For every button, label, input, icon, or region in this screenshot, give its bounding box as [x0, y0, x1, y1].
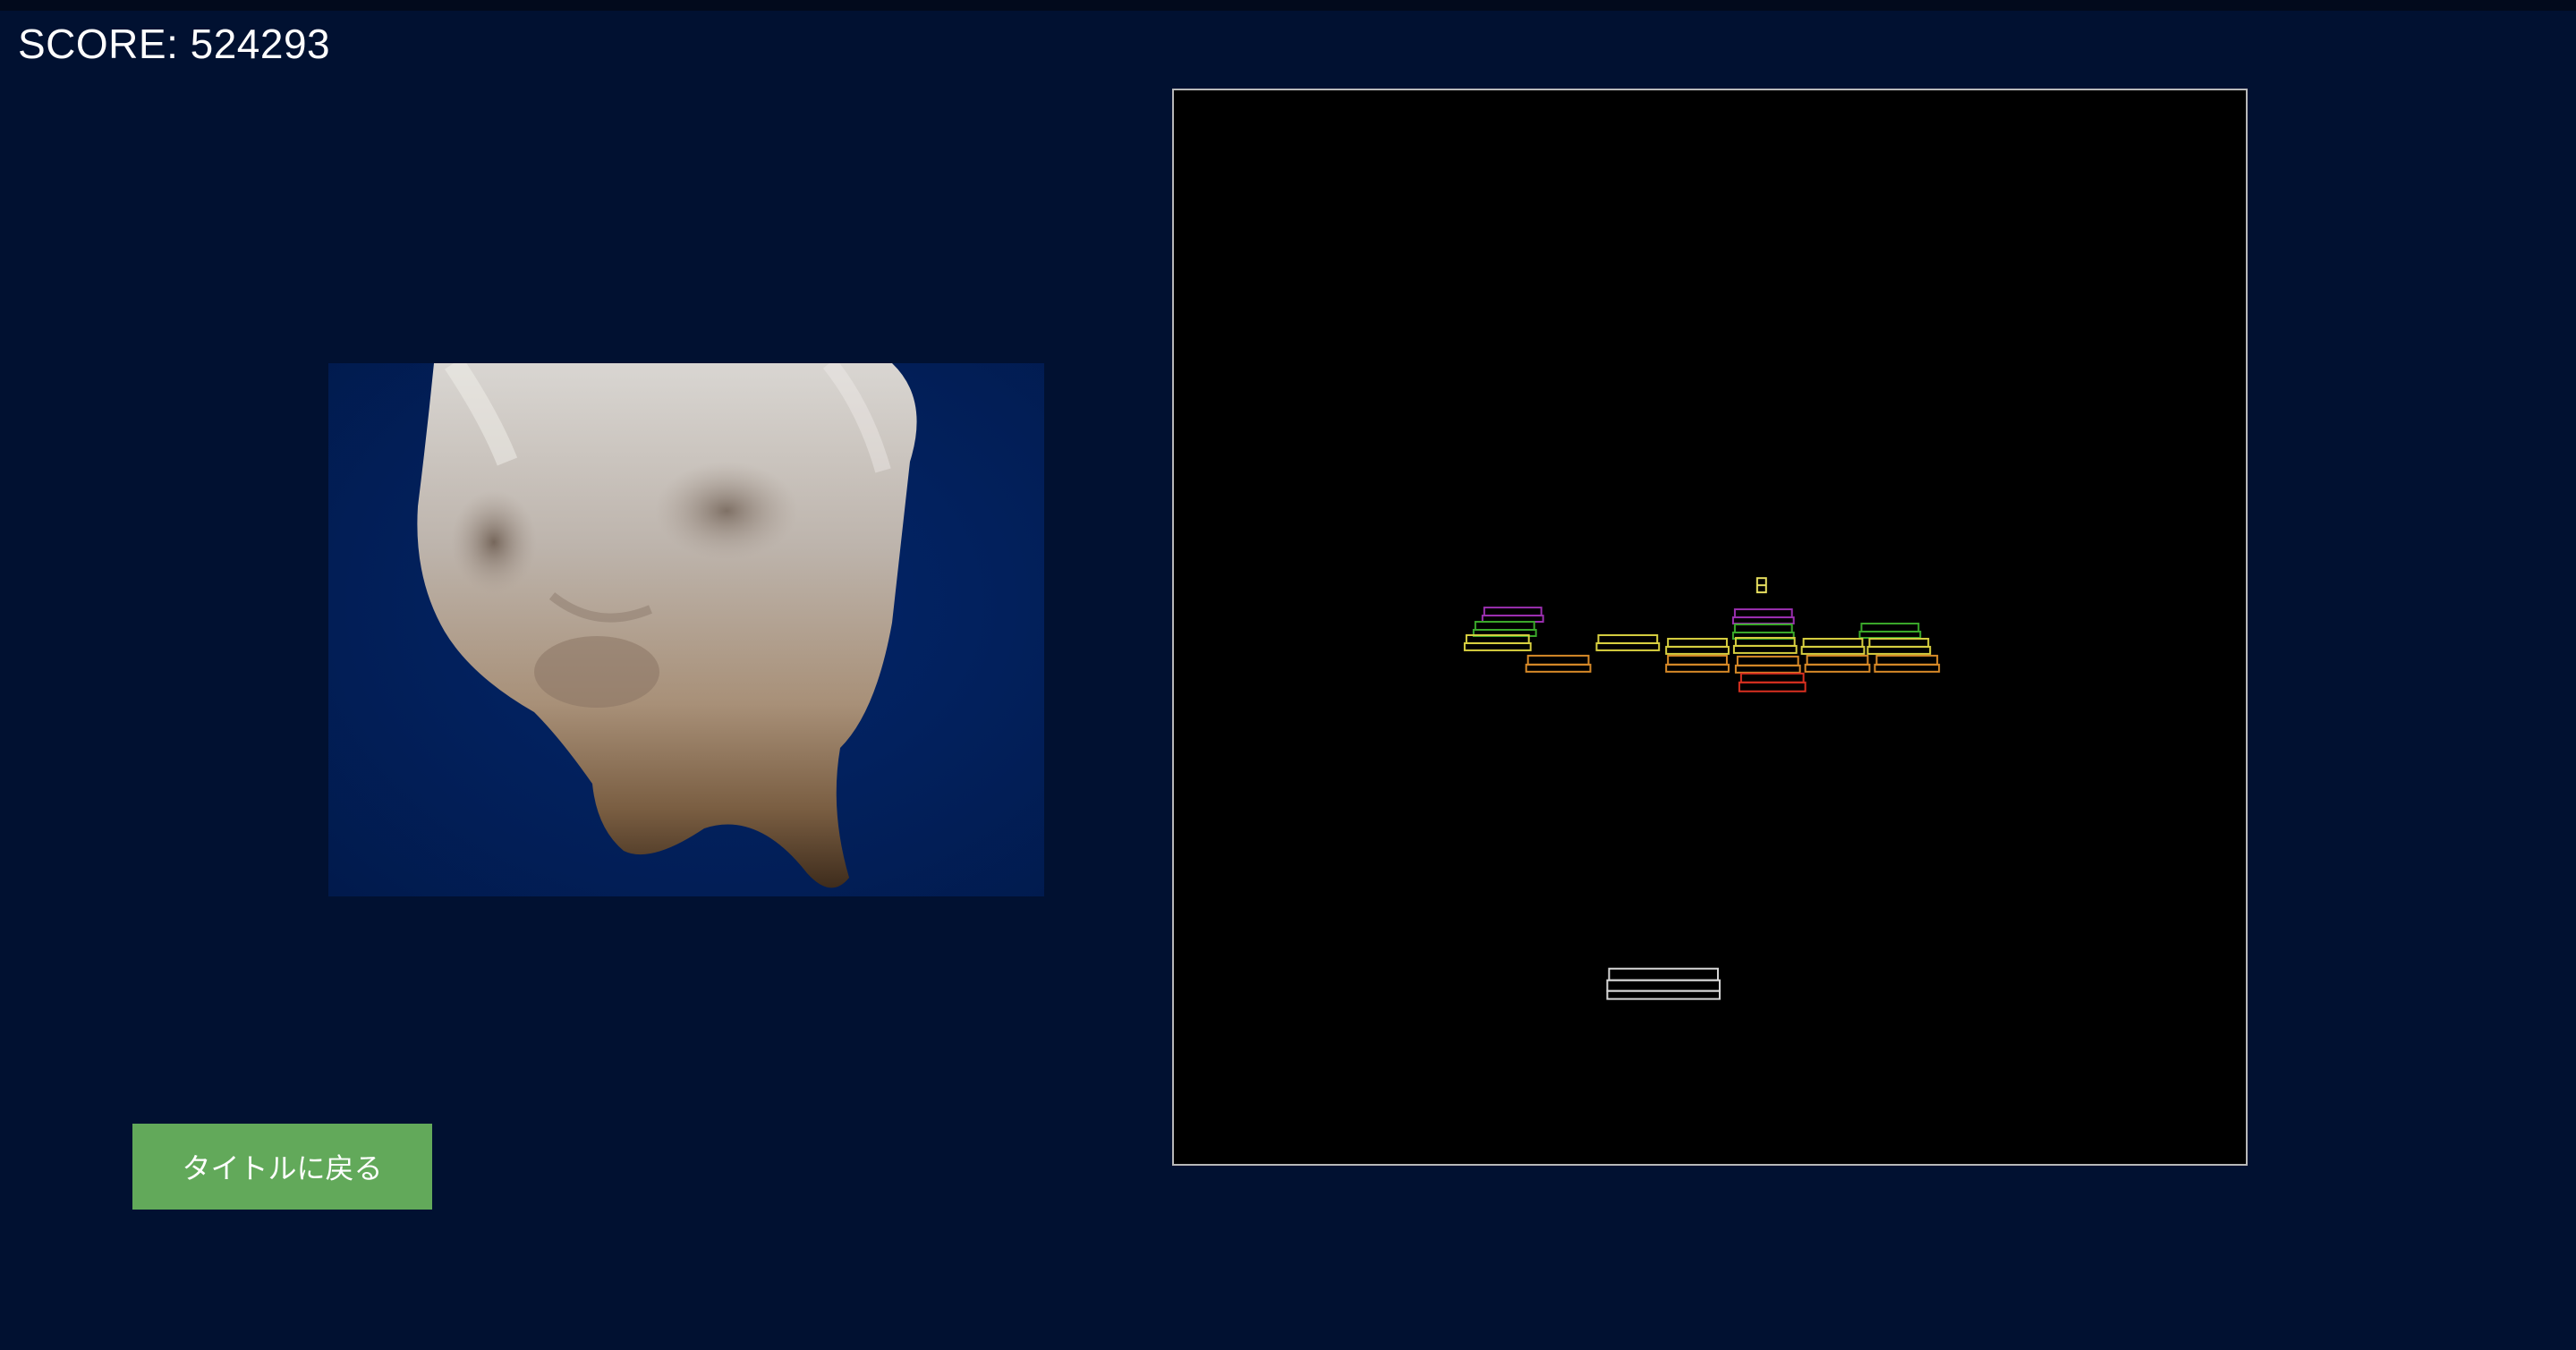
- brick-red: [1738, 672, 1807, 692]
- camera-feed: [328, 363, 1044, 896]
- brick-orange-3: [1734, 655, 1801, 674]
- paddle: [1606, 967, 1721, 1000]
- brick-yellow-3: [1665, 637, 1730, 655]
- brick-yellow-6: [1866, 637, 1932, 655]
- brick-orange-5: [1874, 654, 1941, 673]
- cat-face-image: [417, 363, 917, 888]
- brick-yellow-2: [1595, 633, 1661, 651]
- back-to-title-button[interactable]: タイトルに戻る: [132, 1124, 432, 1210]
- brick-green-center: [1731, 624, 1795, 640]
- brick-orange-1: [1525, 654, 1592, 673]
- brick-yellow-1: [1463, 633, 1532, 651]
- top-edge-bar: [0, 0, 2576, 11]
- score-display: SCORE: 524293: [18, 21, 331, 67]
- brick-orange-2: [1665, 654, 1730, 673]
- ball: [1756, 577, 1767, 594]
- brick-orange-4: [1804, 654, 1871, 673]
- brick-green-right: [1858, 623, 1922, 639]
- brick-yellow-4: [1732, 636, 1798, 654]
- brick-purple-center: [1731, 608, 1795, 625]
- game-canvas[interactable]: [1172, 89, 2248, 1166]
- brick-yellow-5: [1800, 637, 1866, 655]
- brick-purple-left: [1481, 607, 1544, 624]
- brick-green-left: [1472, 621, 1537, 637]
